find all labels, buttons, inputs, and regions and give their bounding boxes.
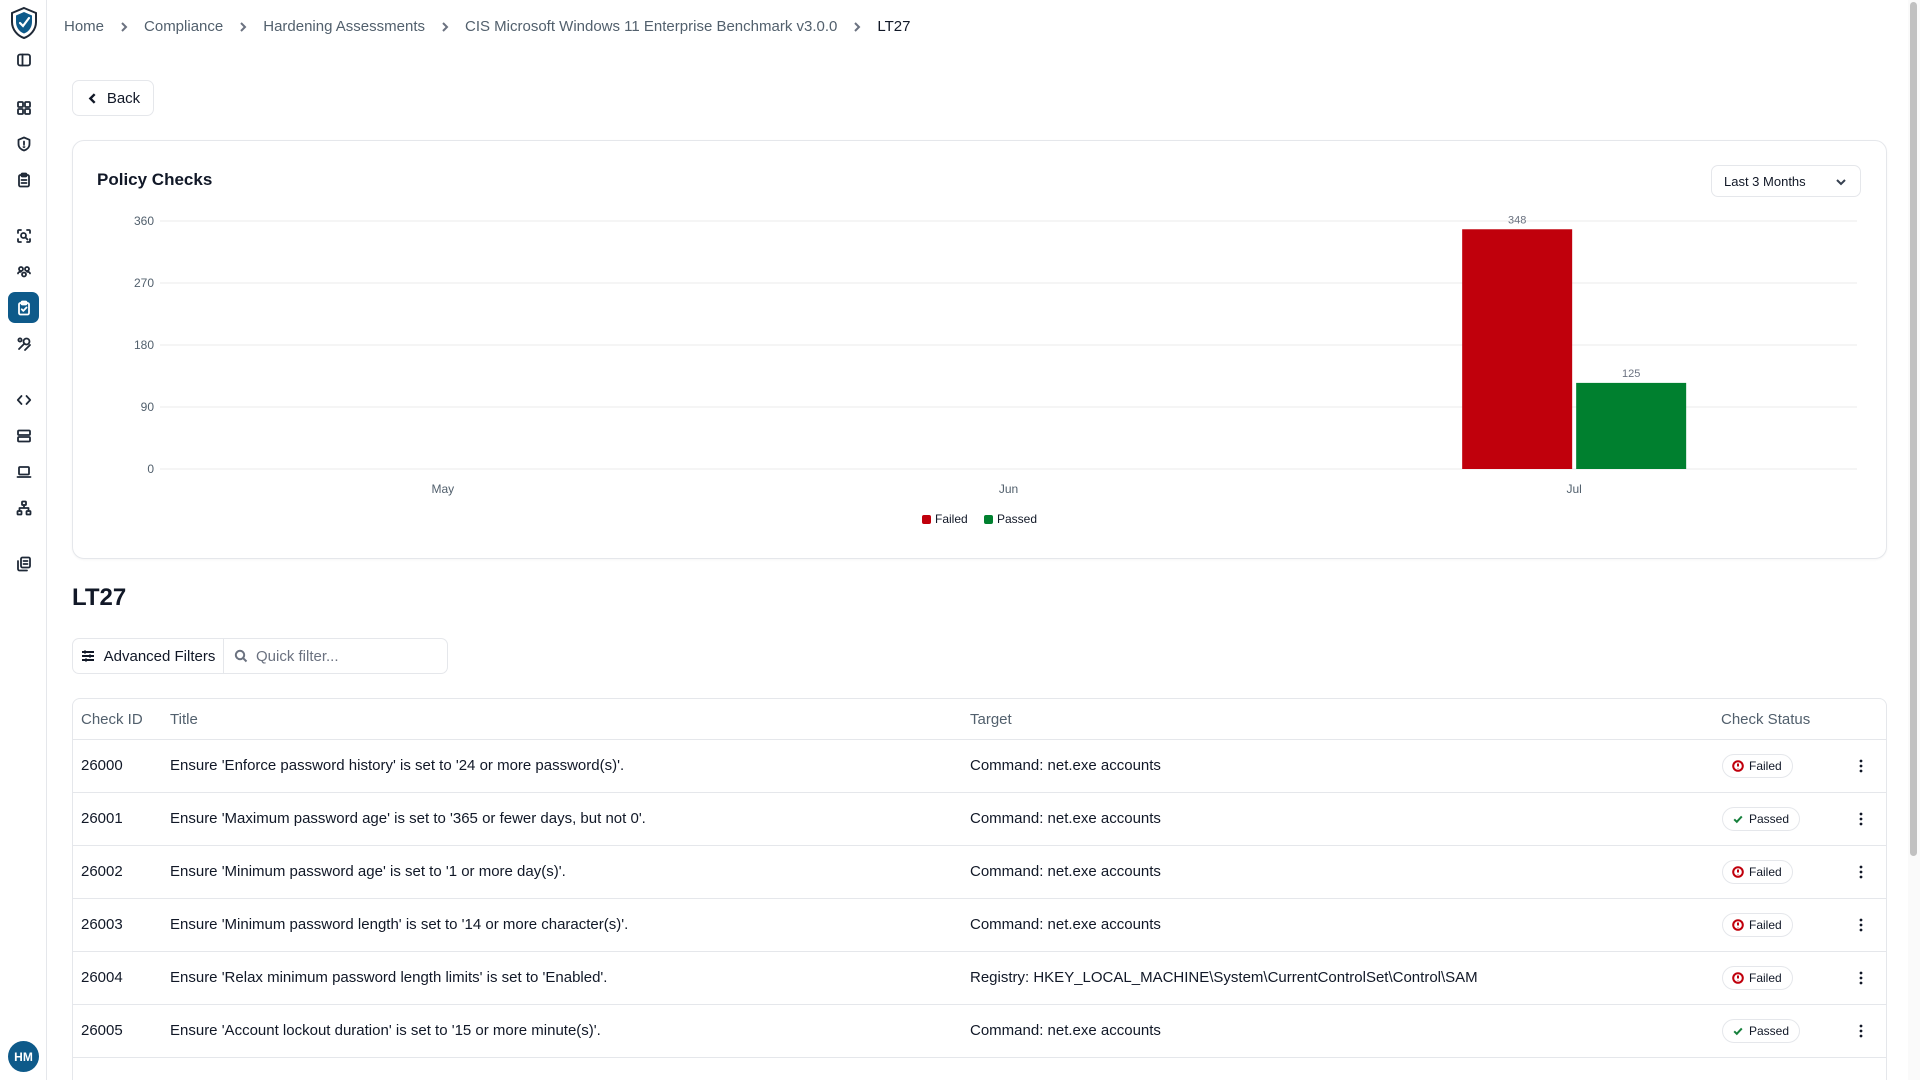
column-header-check-id[interactable]: Check ID bbox=[81, 711, 143, 728]
breadcrumb-current: LT27 bbox=[877, 18, 911, 35]
quick-filter-wrapper bbox=[224, 638, 448, 674]
check-title: Ensure 'Maximum password age' is set to … bbox=[170, 810, 646, 827]
back-button[interactable]: Back bbox=[72, 80, 154, 116]
check-id: 26005 bbox=[81, 1022, 123, 1039]
row-actions-menu-icon[interactable] bbox=[1849, 966, 1873, 990]
status-badge-passed: Passed bbox=[1722, 1019, 1801, 1043]
status-label: Failed bbox=[1749, 759, 1782, 773]
alert-circle-icon bbox=[1732, 760, 1744, 772]
check-title: Ensure 'Relax minimum password length li… bbox=[170, 969, 608, 986]
time-range-select[interactable]: Last 3 Months bbox=[1711, 165, 1861, 197]
scan-icon[interactable] bbox=[8, 220, 39, 251]
check-title: Ensure 'Account lockout duration' is set… bbox=[170, 1022, 601, 1039]
reports-icon[interactable] bbox=[8, 548, 39, 579]
alert-circle-icon bbox=[1732, 866, 1744, 878]
network-icon[interactable] bbox=[8, 492, 39, 523]
chart-title: Policy Checks bbox=[97, 170, 213, 189]
quick-filter-input[interactable] bbox=[256, 647, 436, 665]
status-badge-failed: Failed bbox=[1722, 860, 1793, 884]
time-range-value: Last 3 Months bbox=[1724, 173, 1806, 189]
code-icon[interactable] bbox=[8, 384, 39, 415]
status-label: Passed bbox=[1749, 812, 1790, 826]
tools-icon[interactable] bbox=[8, 328, 39, 359]
policy-checks-card bbox=[72, 140, 1887, 559]
alert-circle-icon bbox=[1732, 972, 1744, 984]
chevron-right-icon bbox=[237, 21, 249, 33]
logo-icon bbox=[9, 6, 39, 40]
row-actions-menu-icon[interactable] bbox=[1849, 1019, 1873, 1043]
chevron-right-icon bbox=[439, 21, 451, 33]
table-row[interactable]: 26001 Ensure 'Maximum password age' is s… bbox=[73, 793, 1886, 846]
check-target: Command: net.exe accounts bbox=[970, 916, 1161, 933]
laptop-icon[interactable] bbox=[8, 456, 39, 487]
check-id: 26001 bbox=[81, 810, 123, 827]
status-badge-failed: Failed bbox=[1722, 754, 1793, 778]
section-title: LT27 bbox=[72, 584, 127, 611]
sliders-icon bbox=[81, 649, 95, 663]
table-row[interactable]: 26005 Ensure 'Account lockout duration' … bbox=[73, 1005, 1886, 1058]
column-header-title[interactable]: Title bbox=[170, 711, 198, 728]
filter-bar: Advanced Filters bbox=[72, 638, 448, 674]
check-icon bbox=[1732, 1025, 1744, 1037]
row-actions-menu-icon[interactable] bbox=[1849, 754, 1873, 778]
status-label: Failed bbox=[1749, 918, 1782, 932]
check-title: Ensure 'Minimum password length' is set … bbox=[170, 916, 629, 933]
status-label: Passed bbox=[1749, 1024, 1790, 1038]
check-target: Registry: HKEY_LOCAL_MACHINE\System\Curr… bbox=[970, 969, 1478, 986]
alert-circle-icon bbox=[1732, 919, 1744, 931]
breadcrumb-hardening-assessments[interactable]: Hardening Assessments bbox=[263, 18, 425, 35]
breadcrumb-home[interactable]: Home bbox=[64, 18, 104, 35]
check-title: Ensure 'Enforce password history' is set… bbox=[170, 757, 625, 774]
chevron-right-icon bbox=[851, 21, 863, 33]
check-id: 26003 bbox=[81, 916, 123, 933]
table-header: Check ID Title Target Check Status bbox=[73, 699, 1886, 740]
scrollbar-thumb[interactable] bbox=[1910, 2, 1917, 856]
check-id: 26004 bbox=[81, 969, 123, 986]
check-icon bbox=[1732, 813, 1744, 825]
chevron-down-icon bbox=[1835, 176, 1847, 188]
dashboard-icon[interactable] bbox=[8, 92, 39, 123]
check-target: Command: net.exe accounts bbox=[970, 863, 1161, 880]
users-group-icon[interactable] bbox=[8, 256, 39, 287]
table-row[interactable]: 26003 Ensure 'Minimum password length' i… bbox=[73, 899, 1886, 952]
breadcrumb-benchmark[interactable]: CIS Microsoft Windows 11 Enterprise Benc… bbox=[465, 18, 837, 35]
breadcrumb-compliance[interactable]: Compliance bbox=[144, 18, 223, 35]
status-badge-passed: Passed bbox=[1722, 807, 1801, 831]
back-button-label: Back bbox=[106, 89, 141, 107]
advanced-filters-label: Advanced Filters bbox=[103, 647, 216, 665]
check-title: Ensure 'Minimum password age' is set to … bbox=[170, 863, 566, 880]
chevron-right-icon bbox=[118, 21, 130, 33]
check-target: Command: net.exe accounts bbox=[970, 810, 1161, 827]
status-label: Failed bbox=[1749, 865, 1782, 879]
table-row[interactable]: 26004 Ensure 'Relax minimum password len… bbox=[73, 952, 1886, 1005]
check-target: Command: net.exe accounts bbox=[970, 757, 1161, 774]
check-target: Command: net.exe accounts bbox=[970, 1022, 1161, 1039]
column-header-target[interactable]: Target bbox=[970, 711, 1012, 728]
breadcrumb: Home Compliance Hardening Assessments CI… bbox=[64, 18, 910, 35]
check-id: 26002 bbox=[81, 863, 123, 880]
status-badge-failed: Failed bbox=[1722, 966, 1793, 990]
page-scrollbar[interactable] bbox=[1908, 0, 1920, 1080]
server-icon[interactable] bbox=[8, 420, 39, 451]
table-row[interactable]: 26000 Ensure 'Enforce password history' … bbox=[73, 740, 1886, 793]
shield-icon[interactable] bbox=[8, 128, 39, 159]
row-actions-menu-icon[interactable] bbox=[1849, 860, 1873, 884]
user-avatar[interactable]: HM bbox=[8, 1041, 39, 1072]
advanced-filters-button[interactable]: Advanced Filters bbox=[72, 638, 224, 674]
clipboard-icon[interactable] bbox=[8, 164, 39, 195]
table-row[interactable]: 26002 Ensure 'Minimum password age' is s… bbox=[73, 846, 1886, 899]
status-label: Failed bbox=[1749, 971, 1782, 985]
check-id: 26000 bbox=[81, 757, 123, 774]
row-actions-menu-icon[interactable] bbox=[1849, 807, 1873, 831]
sidebar: HM bbox=[0, 0, 47, 1080]
search-icon bbox=[234, 649, 248, 663]
clipboard-check-icon[interactable] bbox=[8, 292, 39, 323]
checks-table: Check ID Title Target Check Status 26000… bbox=[72, 698, 1887, 1080]
status-badge-failed: Failed bbox=[1722, 913, 1793, 937]
row-actions-menu-icon[interactable] bbox=[1849, 913, 1873, 937]
panel-toggle-icon[interactable] bbox=[8, 44, 39, 75]
chevron-left-icon bbox=[86, 92, 99, 105]
app-root: HM Home Compliance Hardening Assessments… bbox=[0, 0, 1920, 1080]
column-header-check-status[interactable]: Check Status bbox=[1721, 711, 1810, 728]
